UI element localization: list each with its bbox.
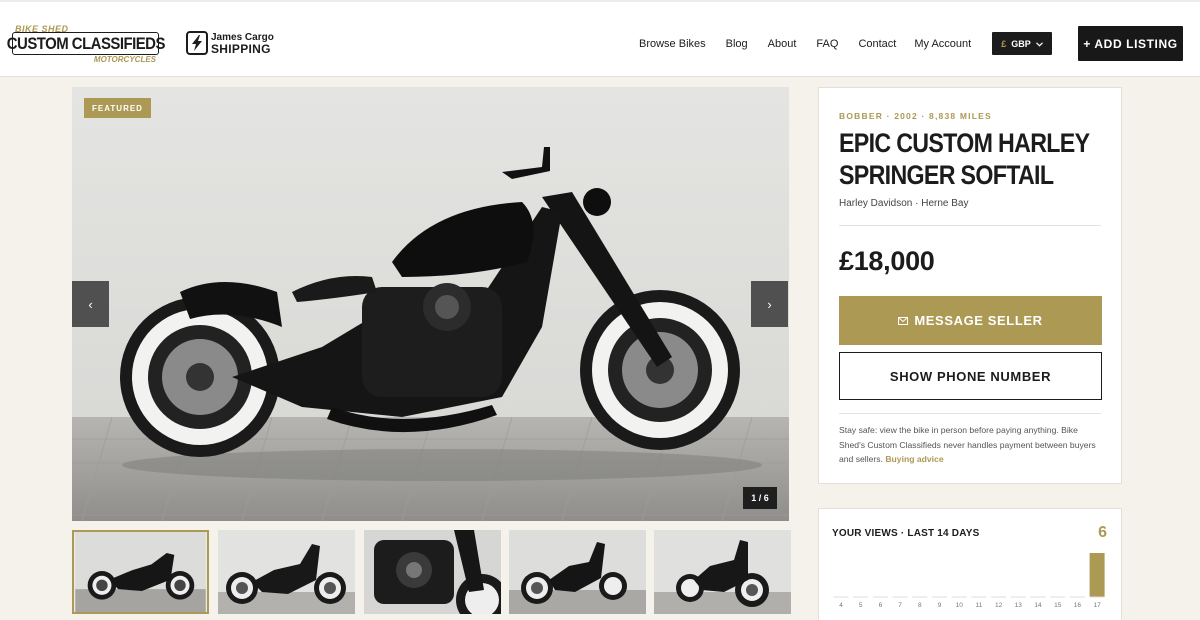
listing-title-line2: SPRINGER SOFTAIL xyxy=(839,160,1054,190)
divider xyxy=(839,225,1101,226)
featured-badge: FEATURED xyxy=(84,98,151,118)
thumbnail-image xyxy=(75,532,206,612)
envelope-icon xyxy=(898,313,909,328)
previous-photo-button[interactable]: ‹ xyxy=(72,281,109,327)
views-day-label: 7 xyxy=(898,602,902,609)
listing-card: BOBBER · 2002 · 8,838 MILES EPIC CUSTOM … xyxy=(818,87,1122,484)
currency-selector[interactable]: £ GBP xyxy=(992,32,1052,55)
chevron-right-icon: › xyxy=(767,296,772,312)
thumbnail-strip xyxy=(72,530,791,614)
lightning-bolt-icon xyxy=(186,30,208,55)
views-card: YOUR VIEWS · LAST 14 DAYS 6 4 5 6 7 8 9 10 11 12… xyxy=(818,508,1122,620)
message-seller-label: MESSAGE SELLER xyxy=(914,313,1043,328)
site-logo[interactable]: BIKE SHED CUSTOM CLASSIFIEDS MOTORCYCLES xyxy=(6,24,165,66)
message-seller-button[interactable]: MESSAGE SELLER xyxy=(839,296,1102,345)
nav-contact[interactable]: Contact xyxy=(858,38,896,50)
logo-frame: CUSTOM CLASSIFIEDS xyxy=(6,32,165,55)
safety-notice: Stay safe: view the bike in person befor… xyxy=(839,423,1101,467)
motorcycle-image xyxy=(72,87,789,521)
logo-main-text: CUSTOM CLASSIFIEDS xyxy=(6,33,165,53)
listing-meta: BOBBER · 2002 · 8,838 MILES xyxy=(839,111,992,121)
thumbnail-image xyxy=(364,530,501,614)
views-day-label: 8 xyxy=(918,602,922,609)
thumbnail-3[interactable] xyxy=(364,530,501,614)
listing-subtitle: Harley Davidson · Herne Bay xyxy=(839,198,969,209)
nav-blog[interactable]: Blog xyxy=(726,38,748,50)
views-day-label: 5 xyxy=(859,602,863,609)
views-day-label: 17 xyxy=(1093,602,1101,609)
listing-title-line1: EPIC CUSTOM HARLEY xyxy=(839,128,1090,158)
nav-browse-bikes[interactable]: Browse Bikes xyxy=(639,38,706,50)
chevron-left-icon: ‹ xyxy=(88,296,93,312)
views-bar xyxy=(1089,553,1105,597)
thumbnail-image xyxy=(218,530,355,614)
views-chart: 4 5 6 7 8 9 10 11 12 13 14 15 16 17 xyxy=(833,553,1105,609)
main-bike-photo[interactable] xyxy=(72,87,789,521)
sponsor-text: James Cargo SHIPPING xyxy=(211,30,274,55)
nav-about[interactable]: About xyxy=(768,38,797,50)
thumbnail-2[interactable] xyxy=(218,530,355,614)
main-nav: Browse Bikes Blog About FAQ Contact My A… xyxy=(639,38,971,50)
nav-faq[interactable]: FAQ xyxy=(816,38,838,50)
views-day-label: 14 xyxy=(1034,602,1042,609)
views-day-label: 12 xyxy=(995,602,1003,609)
site-header: BIKE SHED CUSTOM CLASSIFIEDS MOTORCYCLES… xyxy=(0,0,1200,77)
listing-title: EPIC CUSTOM HARLEY SPRINGER SOFTAIL xyxy=(839,127,1090,191)
thumbnail-5[interactable] xyxy=(654,530,791,614)
currency-code: GBP xyxy=(1011,38,1031,49)
chevron-down-icon xyxy=(1035,39,1043,49)
thumbnail-1[interactable] xyxy=(72,530,209,614)
sponsor-line2: SHIPPING xyxy=(211,42,271,56)
buying-advice-link[interactable]: Buying advice xyxy=(885,454,943,464)
add-listing-button[interactable]: + ADD LISTING xyxy=(1078,26,1183,61)
photo-counter: 1 / 6 xyxy=(743,487,777,509)
views-day-label: 11 xyxy=(976,602,983,609)
listing-price: £18,000 xyxy=(839,246,935,276)
sponsor-logo[interactable]: James Cargo SHIPPING xyxy=(186,30,274,55)
thumbnail-4[interactable] xyxy=(509,530,646,614)
logo-bottom-text: MOTORCYCLES xyxy=(93,55,156,64)
safety-text: Stay safe: view the bike in person befor… xyxy=(839,425,1096,464)
views-day-label: 15 xyxy=(1054,602,1062,609)
views-day-label: 10 xyxy=(956,602,964,609)
views-day-label: 16 xyxy=(1074,602,1082,609)
divider xyxy=(839,413,1101,414)
currency-symbol: £ xyxy=(1001,38,1007,49)
views-day-label: 13 xyxy=(1015,602,1023,609)
views-day-label: 4 xyxy=(839,602,843,609)
thumbnail-image xyxy=(654,530,791,614)
thumbnail-image xyxy=(509,530,646,614)
views-day-label: 9 xyxy=(938,602,942,609)
nav-my-account[interactable]: My Account xyxy=(914,38,971,50)
next-photo-button[interactable]: › xyxy=(751,281,788,327)
show-phone-number-button[interactable]: SHOW PHONE NUMBER xyxy=(839,352,1102,400)
views-day-label: 6 xyxy=(879,602,883,609)
